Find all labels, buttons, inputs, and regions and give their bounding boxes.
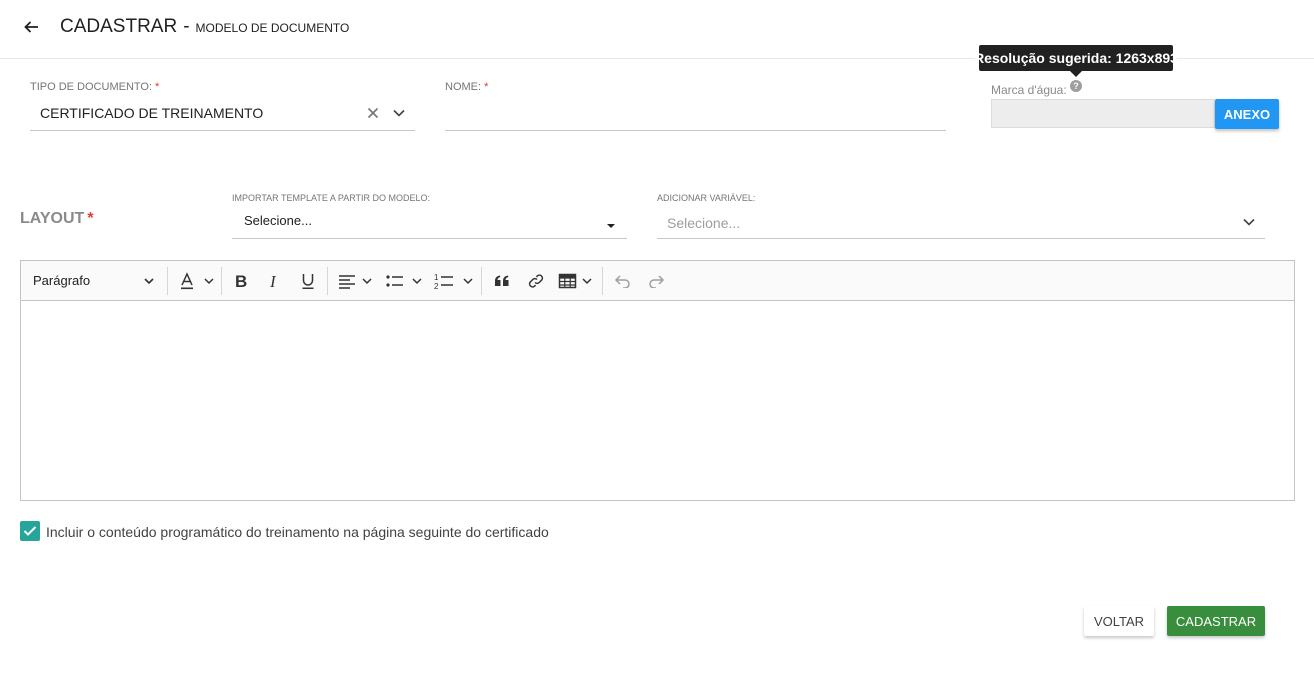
- underline-icon: [302, 273, 314, 289]
- page-title-main: CADASTRAR: [60, 16, 178, 37]
- underline-button[interactable]: [294, 261, 322, 300]
- bulleted-list-icon: [386, 274, 422, 287]
- tipo-documento-value: CERTIFICADO DE TREINAMENTO: [40, 105, 264, 121]
- toolbar-divider: [327, 267, 328, 295]
- importar-template-label: IMPORTAR TEMPLATE A PARTIR DO MODELO:: [232, 193, 431, 203]
- voltar-button[interactable]: VOLTAR: [1084, 606, 1154, 636]
- link-button[interactable]: [522, 261, 550, 300]
- resolution-tooltip: Resolução sugerida: 1263x893: [974, 45, 1178, 77]
- svg-text:1: 1: [434, 273, 439, 282]
- marca-dagua-input[interactable]: [991, 99, 1215, 128]
- editor-content[interactable]: [20, 301, 1295, 501]
- toolbar-divider: [481, 267, 482, 295]
- layout-label: LAYOUT *: [20, 210, 94, 227]
- checkmark-icon: [23, 526, 37, 536]
- numbered-list-button[interactable]: 1 2: [431, 261, 477, 300]
- toolbar-divider: [221, 267, 222, 295]
- clear-icon[interactable]: [366, 106, 380, 120]
- anexo-button[interactable]: ANEXO: [1215, 99, 1279, 129]
- undo-icon: [614, 274, 630, 288]
- svg-text:I: I: [269, 273, 277, 289]
- blockquote-icon: [495, 275, 509, 286]
- adicionar-variavel-label: ADICIONAR VARIÁVEL:: [657, 193, 756, 203]
- marca-dagua-label: Marca d'água:: [991, 83, 1067, 97]
- importar-template-select[interactable]: Selecione...: [232, 207, 627, 239]
- chevron-down-icon: [144, 277, 154, 284]
- table-icon: [558, 273, 592, 288]
- title-separator: -: [183, 16, 190, 37]
- importar-template-value: Selecione...: [244, 213, 312, 228]
- link-icon: [528, 273, 544, 288]
- toolbar-divider: [167, 267, 168, 295]
- adicionar-variavel-placeholder: Selecione...: [667, 215, 741, 231]
- page-subtitle: MODELO DE DOCUMENTO: [195, 21, 350, 35]
- heading-select[interactable]: Parágrafo: [27, 261, 161, 300]
- incluir-conteudo-checkbox[interactable]: [20, 521, 40, 541]
- page-title: CADASTRAR - MODELO DE DOCUMENTO: [60, 16, 349, 38]
- svg-text:B: B: [235, 273, 247, 289]
- font-color-button[interactable]: [173, 261, 217, 300]
- heading-select-label: Parágrafo: [33, 273, 91, 288]
- toolbar-divider: [602, 267, 603, 295]
- italic-icon: I: [269, 273, 277, 289]
- caret-down-icon: [606, 217, 616, 228]
- nome-label: NOME: *: [445, 81, 489, 93]
- numbered-list-icon: 1 2: [434, 273, 473, 290]
- chevron-down-icon[interactable]: [392, 106, 406, 120]
- back-button[interactable]: [20, 16, 42, 38]
- redo-icon: [649, 274, 665, 288]
- bold-icon: B: [235, 273, 247, 289]
- adicionar-variavel-select[interactable]: Selecione...: [657, 207, 1265, 239]
- align-icon: [339, 274, 372, 289]
- tipo-documento-label: TIPO DE DOCUMENTO: *: [30, 81, 160, 93]
- incluir-conteudo-label[interactable]: Incluir o conteúdo programático do trein…: [46, 524, 549, 540]
- undo-button[interactable]: [609, 261, 637, 300]
- chevron-down-icon: [1242, 215, 1256, 229]
- nome-input[interactable]: [445, 99, 946, 131]
- svg-text:2: 2: [434, 282, 439, 290]
- font-color-icon: [181, 271, 214, 289]
- blockquote-button[interactable]: [488, 261, 516, 300]
- table-button[interactable]: [556, 261, 598, 300]
- cadastrar-button[interactable]: CADASTRAR: [1167, 606, 1265, 636]
- editor-toolbar: Parágrafo B I 1 2: [20, 260, 1295, 301]
- help-icon[interactable]: ?: [1070, 80, 1082, 92]
- redo-button[interactable]: [642, 261, 670, 300]
- tipo-documento-select[interactable]: CERTIFICADO DE TREINAMENTO: [30, 99, 415, 131]
- italic-button[interactable]: I: [260, 261, 288, 300]
- align-button[interactable]: [334, 261, 376, 300]
- bold-button[interactable]: B: [226, 261, 254, 300]
- bulleted-list-button[interactable]: [382, 261, 426, 300]
- arrow-left-icon: [24, 21, 38, 33]
